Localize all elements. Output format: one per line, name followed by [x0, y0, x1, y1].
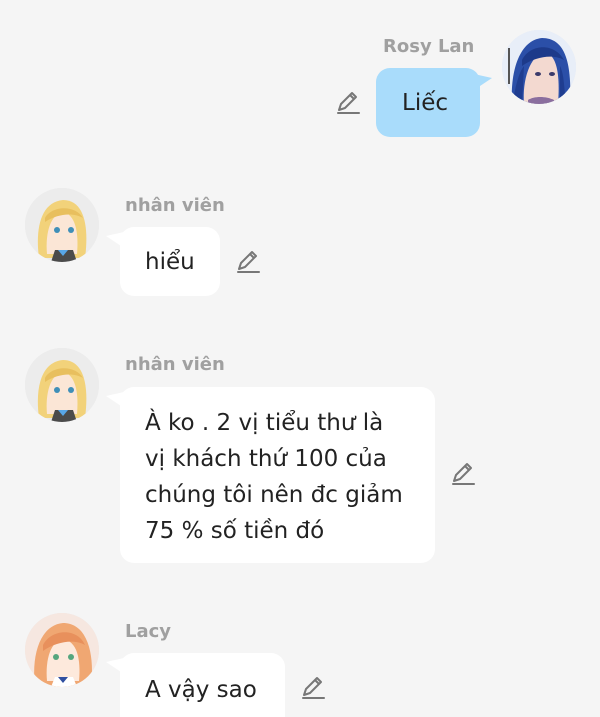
- sender-name: Lacy: [125, 621, 172, 642]
- message-lacy: Lacy A vậy sao: [0, 0, 600, 717]
- pencil-edit-icon[interactable]: [299, 674, 327, 702]
- message-text: A vậy sao: [145, 677, 257, 703]
- message-bubble[interactable]: A vậy sao: [120, 653, 285, 717]
- avatar[interactable]: [25, 613, 99, 687]
